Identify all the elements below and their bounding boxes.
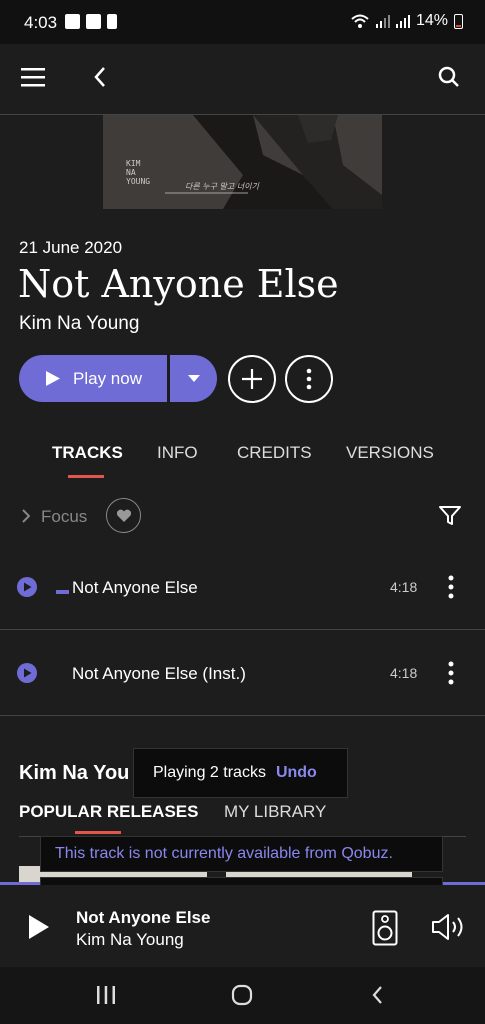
top-app-bar — [0, 44, 485, 115]
status-bar: 4:03 14% — [0, 0, 485, 44]
status-indicators: 14% — [350, 12, 463, 30]
svg-text:다른 누구 말고 너이기: 다른 누구 말고 너이기 — [185, 182, 260, 191]
active-tab-indicator — [68, 475, 104, 478]
search-icon[interactable] — [436, 64, 462, 90]
cover-text-line: NA — [126, 168, 136, 177]
more-vertical-icon — [306, 368, 312, 390]
undo-button[interactable]: Undo — [276, 764, 317, 782]
battery-percent: 14% — [415, 12, 448, 29]
tab-credits[interactable]: CREDITS — [237, 443, 312, 463]
album-title: Not Anyone Else — [18, 262, 339, 306]
home-icon[interactable] — [229, 982, 255, 1008]
app-notification-icon — [86, 14, 101, 29]
focus-toggle[interactable]: Focus — [41, 507, 87, 527]
track-row[interactable]: Not Anyone Else (Inst.) 4:18 — [0, 629, 485, 716]
player-artist: Kim Na Young — [76, 930, 184, 949]
status-time: 4:03 — [24, 13, 58, 32]
tab-tracks[interactable]: TRACKS — [52, 443, 123, 463]
play-icon — [23, 668, 31, 678]
mini-player[interactable] — [0, 885, 485, 967]
track-play-button[interactable] — [17, 577, 37, 597]
more-options-button[interactable] — [285, 355, 333, 403]
track-duration: 4:18 — [390, 665, 418, 681]
track-more-icon[interactable] — [444, 573, 458, 601]
play-now-label: Play now — [73, 368, 142, 388]
tab-info[interactable]: INFO — [157, 443, 198, 463]
play-icon — [29, 915, 49, 939]
now-playing-indicator — [56, 590, 69, 594]
album-cover: 다른 누구 말고 너이기 KIM NA YOUNG — [103, 115, 382, 209]
error-banner: This track is not currently available fr… — [40, 836, 443, 872]
track-title: Not Anyone Else — [72, 578, 198, 597]
recent-apps-icon[interactable] — [94, 983, 118, 1007]
chevron-right-icon[interactable] — [19, 508, 33, 524]
subtab-my-library[interactable]: MY LIBRARY — [224, 802, 326, 822]
play-now-button[interactable]: Play now — [19, 355, 167, 402]
heart-icon — [116, 509, 131, 522]
album-artist-link[interactable]: Kim Na Young — [19, 313, 139, 335]
signal-roaming-icon — [395, 15, 410, 28]
player-play-button[interactable] — [26, 912, 52, 942]
track-play-button[interactable] — [17, 663, 37, 683]
favorite-button[interactable] — [106, 498, 141, 533]
tab-versions[interactable]: VERSIONS — [346, 443, 434, 463]
caret-down-icon — [187, 374, 200, 382]
play-options-dropdown-button[interactable] — [170, 355, 217, 402]
play-icon — [46, 371, 60, 386]
add-to-library-button[interactable] — [228, 355, 276, 403]
release-date: 21 June 2020 — [19, 238, 123, 257]
track-more-icon[interactable] — [444, 659, 458, 687]
track-row[interactable]: Not Anyone Else 4:18 — [0, 543, 485, 630]
alert-notification-icon — [107, 14, 117, 29]
active-subtab-indicator — [75, 831, 121, 834]
toast-message: Playing 2 tracks — [153, 764, 266, 781]
system-back-icon[interactable] — [366, 983, 388, 1007]
filter-icon[interactable] — [438, 505, 462, 527]
battery-icon — [454, 13, 463, 29]
track-duration: 4:18 — [390, 579, 418, 595]
playing-toast: Playing 2 tracks Undo — [133, 748, 348, 798]
plus-icon — [242, 369, 262, 389]
volume-icon[interactable] — [430, 912, 468, 942]
subtab-popular-releases[interactable]: POPULAR RELEASES — [19, 802, 198, 822]
back-chevron-icon[interactable] — [88, 64, 112, 90]
menu-icon[interactable] — [20, 64, 46, 90]
track-title: Not Anyone Else (Inst.) — [72, 664, 246, 683]
system-navigation-bar — [0, 967, 485, 1024]
speaker-device-icon[interactable] — [371, 909, 399, 947]
signal-icon — [375, 15, 390, 28]
artist-section-title[interactable]: Kim Na You — [19, 762, 129, 785]
cover-text-line: KIM — [126, 159, 141, 168]
wifi-icon — [351, 14, 369, 28]
gallery-notification-icon — [65, 14, 80, 29]
play-icon — [23, 582, 31, 592]
cover-text-line: YOUNG — [126, 177, 151, 186]
player-track-title: Not Anyone Else — [76, 908, 211, 927]
